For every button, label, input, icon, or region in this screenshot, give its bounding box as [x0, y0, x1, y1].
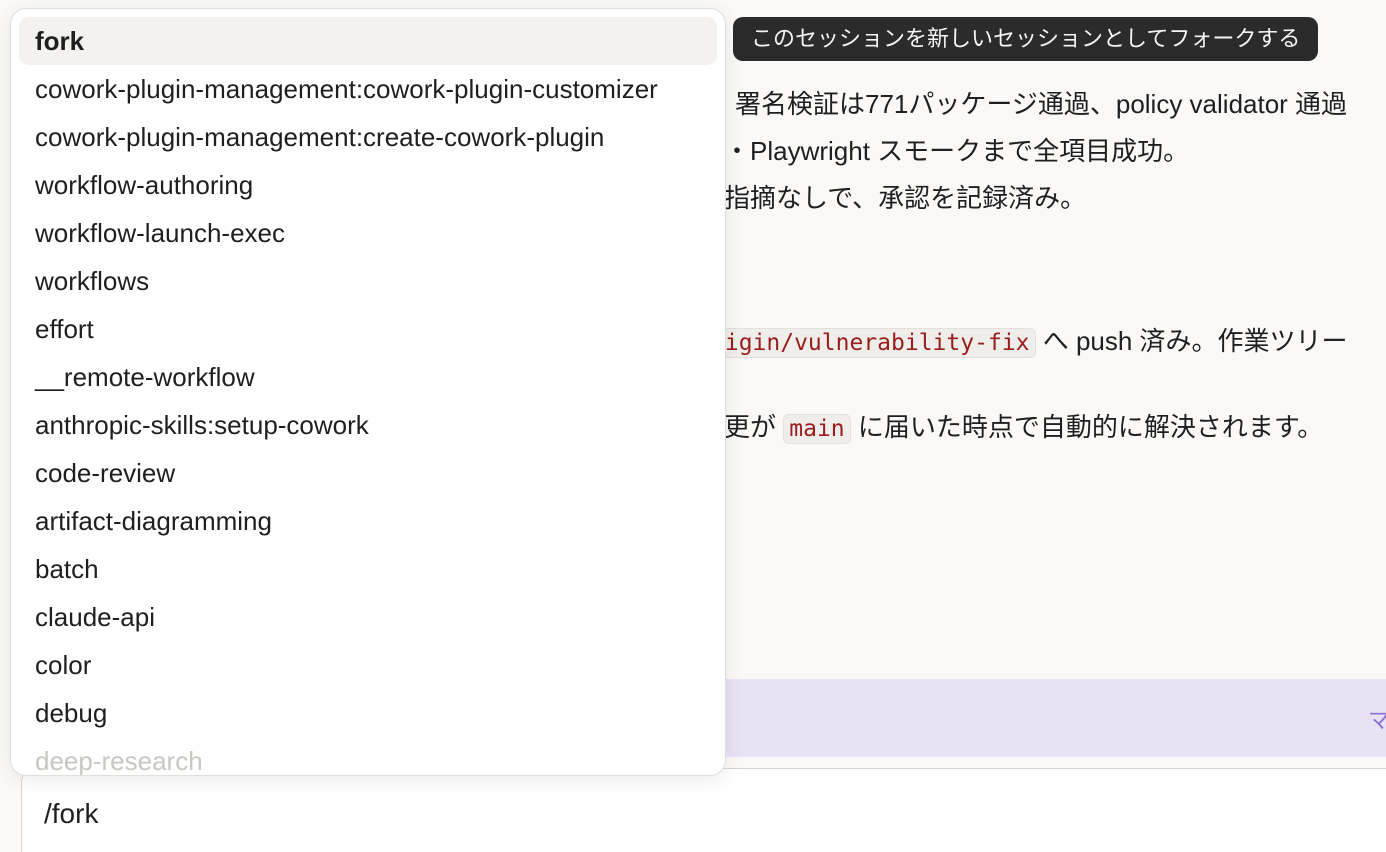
command-item-code-review[interactable]: code-review [19, 449, 717, 497]
command-item-debug[interactable]: debug [19, 689, 717, 737]
message-text: へ push 済み。作業ツリー [1042, 326, 1348, 356]
message-line: 署名検証は771パッケージ通過、policy validator 通過 [735, 89, 1348, 119]
message-line: 指摘なしで、承認を記録済み。 [724, 183, 1087, 213]
command-item-batch[interactable]: batch [19, 545, 717, 593]
command-item-claude-api[interactable]: claude-api [19, 593, 717, 641]
command-list: fork cowork-plugin-management:cowork-plug… [11, 9, 725, 775]
command-item-remote-workflow[interactable]: __remote-workflow [19, 353, 717, 401]
command-item-workflow-launch-exec[interactable]: workflow-launch-exec [19, 209, 717, 257]
slash-command-menu: fork cowork-plugin-management:cowork-plug… [10, 8, 726, 776]
command-item-deep-research[interactable]: deep-research [19, 737, 717, 775]
command-item-workflows[interactable]: workflows [19, 257, 717, 305]
inline-code: main [783, 414, 851, 444]
app-window: 署名検証は771パッケージ通過、policy validator 通過 ・Pla… [0, 0, 1386, 852]
message-line: ・Playwright スモークまで全項目成功。 [724, 136, 1190, 166]
command-item-cowork-plugin-management-create-cowork-plugin[interactable]: cowork-plugin-management:create-cowork-p… [19, 113, 717, 161]
message-input-box[interactable] [21, 768, 1386, 852]
inline-code: rigin/vulnerability-fix [705, 328, 1036, 358]
tooltip: このセッションを新しいセッションとしてフォークする [733, 17, 1319, 61]
command-item-workflow-authoring[interactable]: workflow-authoring [19, 161, 717, 209]
message-line: 更が main に届いた時点で自動的に解決されます。 [724, 409, 1323, 447]
command-item-cowork-plugin-management-cowork-plugin-customizer[interactable]: cowork-plugin-management:cowork-plugin-c… [19, 65, 717, 113]
notice-banner: マー [700, 679, 1386, 757]
command-item-effort[interactable]: effort [19, 305, 717, 353]
message-text: 更が [724, 412, 777, 442]
command-item-fork[interactable]: fork [19, 17, 717, 65]
message-text: に届いた時点で自動的に解決されます。 [857, 412, 1324, 442]
banner-text[interactable]: マー [1368, 703, 1386, 735]
message-line: rigin/vulnerability-fix へ push 済み。作業ツリー [705, 323, 1348, 361]
command-item-anthropic-skills-setup-cowork[interactable]: anthropic-skills:setup-cowork [19, 401, 717, 449]
command-item-color[interactable]: color [19, 641, 717, 689]
message-input[interactable] [42, 797, 646, 831]
command-item-artifact-diagramming[interactable]: artifact-diagramming [19, 497, 717, 545]
